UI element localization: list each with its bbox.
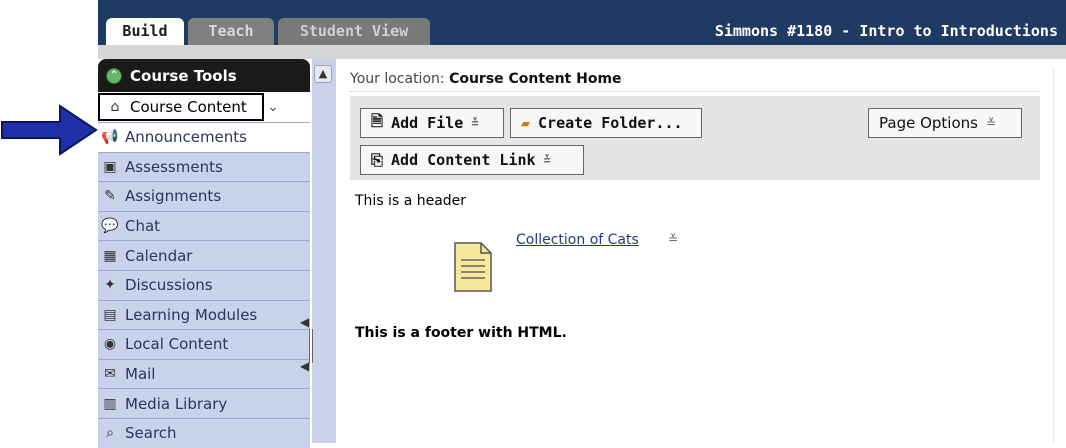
tab-build[interactable]: Build bbox=[106, 18, 184, 45]
toolbar-strip bbox=[98, 45, 1066, 59]
learning-modules-icon: ▤ bbox=[103, 306, 117, 323]
sidebar-item-label: Search bbox=[125, 424, 177, 443]
mail-icon: ✉ bbox=[104, 366, 116, 383]
sidebar-item-label: Local Content bbox=[125, 335, 229, 354]
sidebar-item-label: Calendar bbox=[125, 246, 193, 265]
location-prefix: Your location: bbox=[350, 71, 445, 87]
sidebar-item-label: Chat bbox=[125, 217, 161, 236]
add-file-button[interactable]: 🗎 Add File ≚ bbox=[360, 108, 504, 138]
chevron-down-icon: ≚ bbox=[471, 116, 479, 130]
course-tools-header[interactable]: ⌃ Course Tools bbox=[98, 59, 310, 92]
folder-icon: ▰ bbox=[521, 114, 531, 132]
sidebar-item-label: Assignments bbox=[125, 187, 222, 206]
divider bbox=[350, 91, 1040, 92]
sidebar-item-learning-modules[interactable]: ▤ Learning Modules bbox=[98, 299, 310, 330]
course-title: Simmons #1180 - Intro to Introductions bbox=[714, 22, 1058, 40]
sidebar-item-local-content[interactable]: ◉ Local Content bbox=[98, 329, 310, 359]
course-content-button[interactable]: ⌂ Course Content bbox=[98, 93, 264, 121]
chat-icon: 💬 bbox=[101, 218, 119, 235]
sidebar-item-label: Announcements bbox=[125, 128, 247, 147]
collapse-icon[interactable]: ⌃ bbox=[106, 67, 122, 84]
document-icon bbox=[454, 242, 492, 292]
collapse-left-icon[interactable]: ◀ bbox=[300, 315, 309, 329]
pointer-arrow-icon bbox=[1, 104, 98, 156]
content-footer: This is a footer with HTML. bbox=[355, 325, 567, 341]
add-content-link-label: Add Content Link bbox=[391, 151, 536, 169]
sidebar-item-discussions[interactable]: ✦ Discussions bbox=[98, 269, 310, 300]
local-content-icon: ◉ bbox=[103, 336, 117, 353]
sidebar-item-calendar[interactable]: ▦ Calendar bbox=[98, 240, 310, 270]
sidebar-item-announcements[interactable]: 📢 Announcements bbox=[98, 122, 310, 152]
assignment-icon: ✎ bbox=[104, 188, 116, 205]
location-value: Course Content Home bbox=[449, 71, 622, 87]
sidebar-item-search[interactable]: ⌕ Search bbox=[98, 417, 310, 448]
file-icon: 🗎 bbox=[371, 111, 384, 130]
course-tools-sidebar: ⌃ Course Tools ⌂ Course Content ⌄ 📢 Anno… bbox=[98, 59, 310, 448]
sidebar-item-label: Assessments bbox=[125, 157, 223, 176]
sidebar-scrollbar[interactable]: ▲ ◀ ◀ bbox=[300, 59, 336, 443]
home-icon: ⌂ bbox=[110, 99, 120, 115]
media-library-icon: ▥ bbox=[103, 395, 117, 412]
course-tools-title: Course Tools bbox=[130, 66, 237, 85]
sidebar-item-mail[interactable]: ✉ Mail bbox=[98, 358, 310, 389]
course-content-label: Course Content bbox=[130, 98, 247, 116]
discussion-pin-icon: ✦ bbox=[104, 277, 116, 294]
sidebar-item-assignments[interactable]: ✎ Assignments bbox=[98, 181, 310, 211]
sidebar-item-label: Learning Modules bbox=[125, 305, 258, 324]
scroll-up-icon[interactable]: ▲ bbox=[314, 65, 332, 83]
add-file-label: Add File bbox=[391, 114, 464, 132]
tab-teach[interactable]: Teach bbox=[188, 18, 274, 45]
sidebar-item-label: Mail bbox=[125, 365, 156, 384]
assessment-icon: ▣ bbox=[103, 158, 117, 175]
content-item-link[interactable]: Collection of Cats bbox=[516, 232, 639, 248]
sidebar-item-media-library[interactable]: ▥ Media Library bbox=[98, 388, 310, 418]
create-folder-button[interactable]: ▰ Create Folder... bbox=[510, 108, 702, 138]
megaphone-icon: 📢 bbox=[101, 129, 119, 146]
course-content-row[interactable]: ⌂ Course Content ⌄ bbox=[98, 92, 310, 122]
chevron-down-icon[interactable]: ≚ bbox=[668, 232, 678, 246]
link-icon: ⎘ bbox=[371, 151, 384, 169]
search-icon: ⌕ bbox=[106, 425, 114, 442]
tab-student-view[interactable]: Student View bbox=[278, 18, 430, 45]
page-options-button[interactable]: Page Options ≚ bbox=[868, 108, 1022, 138]
calendar-icon: ▦ bbox=[103, 247, 117, 264]
content-area: Your location: Course Content Home 🗎 Add… bbox=[338, 59, 1066, 443]
chevron-down-icon[interactable]: ⌄ bbox=[264, 93, 282, 121]
collapse-left-icon[interactable]: ◀ bbox=[300, 359, 309, 373]
content-header: This is a header bbox=[355, 193, 467, 209]
add-content-link-button[interactable]: ⎘ Add Content Link ≚ bbox=[360, 145, 584, 175]
right-divider bbox=[1053, 67, 1054, 443]
sidebar-item-label: Discussions bbox=[125, 276, 213, 295]
resize-grip[interactable] bbox=[309, 329, 313, 363]
create-folder-label: Create Folder... bbox=[538, 114, 683, 132]
chevron-down-icon: ≚ bbox=[543, 153, 551, 167]
page-options-label: Page Options bbox=[879, 114, 978, 132]
chevron-down-icon: ≚ bbox=[985, 116, 997, 130]
sidebar-item-chat[interactable]: 💬 Chat bbox=[98, 210, 310, 241]
top-bar: Build Teach Student View Simmons #1180 -… bbox=[98, 0, 1066, 45]
breadcrumb: Your location: Course Content Home bbox=[350, 71, 622, 87]
sidebar-item-assessments[interactable]: ▣ Assessments bbox=[98, 151, 310, 182]
sidebar-item-label: Media Library bbox=[125, 394, 228, 413]
content-toolbar: 🗎 Add File ≚ ▰ Create Folder... Page Opt… bbox=[350, 96, 1040, 180]
